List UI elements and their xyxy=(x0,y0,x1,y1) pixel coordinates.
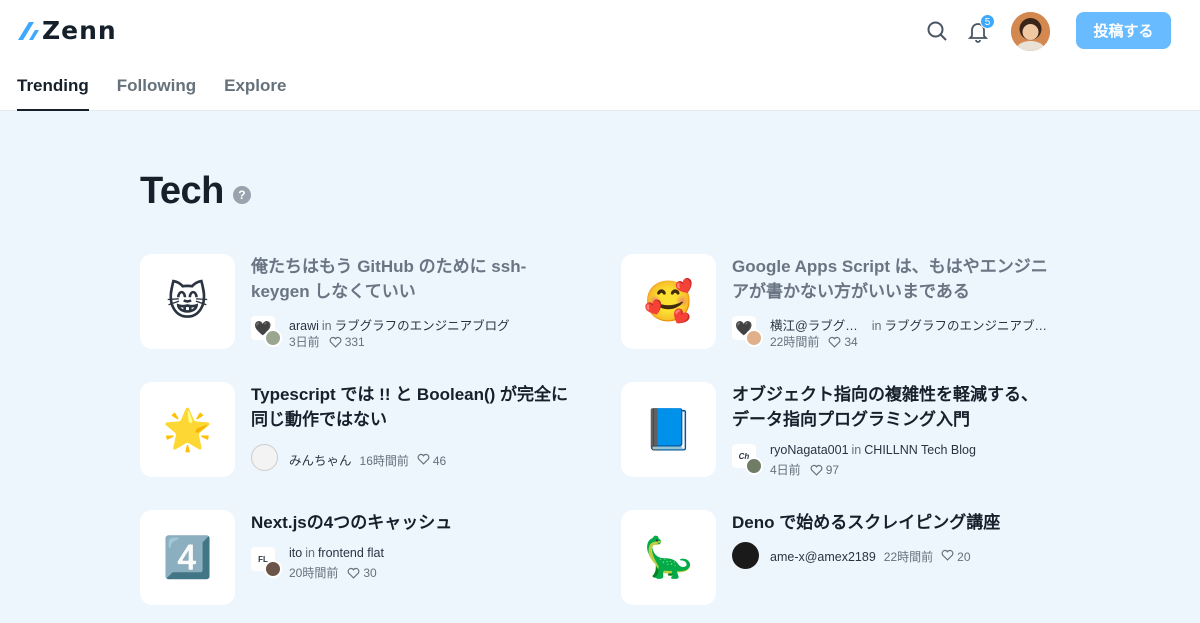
author-name[interactable]: ito xyxy=(289,546,302,560)
section-header: Tech ? xyxy=(140,170,251,213)
publication-name[interactable]: ラブグラフのエンジニアブ… xyxy=(884,319,1047,333)
author-line: arawi in ラブグラフのエンジニアブログ xyxy=(289,319,510,333)
author-avatar[interactable] xyxy=(251,444,278,471)
article-emoji[interactable]: 😸 xyxy=(140,254,235,349)
article-card: 🌟 Typescript では !! と Boolean() が完全に同じ動作で… xyxy=(140,382,580,482)
publication-name[interactable]: frontend flat xyxy=(318,546,384,560)
author-mini-avatar xyxy=(745,329,763,347)
article-card: 🥰 Google Apps Script は、もはやエンジニアが書かない方がいい… xyxy=(621,254,1061,354)
author-avatar[interactable]: FL xyxy=(251,547,282,578)
article-card: 😸 俺たちはもう GitHub のために ssh-keygen しなくていい 🖤… xyxy=(140,254,580,354)
article-emoji[interactable]: 🦕 xyxy=(621,510,716,605)
article-title[interactable]: Deno で始めるスクレイピング講座 xyxy=(732,510,1050,535)
author-mini-avatar xyxy=(745,457,763,475)
post-button[interactable]: 投稿する xyxy=(1076,12,1171,49)
author-name[interactable]: みんちゃん xyxy=(289,454,352,468)
heart-icon xyxy=(417,453,430,465)
article-emoji[interactable]: 📘 xyxy=(621,382,716,477)
article-card: 4️⃣ Next.jsの4つのキャッシュ FL ito in frontend fl… xyxy=(140,510,580,610)
heart-icon xyxy=(329,336,342,348)
like-count: 30 xyxy=(363,565,377,580)
article-stats: 22時間前 34 xyxy=(770,333,858,350)
article-title[interactable]: Next.jsの4つのキャッシュ xyxy=(251,510,569,535)
like-count: 97 xyxy=(825,462,840,477)
article-card: 📘 オブジェクト指向の複雑性を軽減する、データ指向プログラミング入門 Ch ry… xyxy=(621,382,1061,482)
author-line: みんちゃん 16時間前 46 xyxy=(289,450,446,469)
publication-name[interactable]: CHILLNN Tech Blog xyxy=(864,443,976,457)
tab-explore[interactable]: Explore xyxy=(224,76,286,111)
like-count: 34 xyxy=(844,334,858,349)
article-emoji[interactable]: 4️⃣ xyxy=(140,510,235,605)
logo-text: Zenn xyxy=(42,16,117,45)
article-emoji[interactable]: 🌟 xyxy=(140,382,235,477)
heart-icon xyxy=(810,464,823,476)
author-name[interactable]: ryoNagata001 xyxy=(770,443,849,457)
article-stats: 3日前 331 xyxy=(289,333,365,350)
author-avatar[interactable]: 🖤 xyxy=(732,316,763,347)
published-time: 4日前 xyxy=(770,463,801,477)
user-avatar[interactable] xyxy=(1011,12,1050,51)
author-line: ito in frontend flat xyxy=(289,546,384,560)
main-tabs: Trending Following Explore xyxy=(17,76,314,111)
published-time: 22時間前 xyxy=(770,335,820,349)
author-mini-avatar xyxy=(264,329,282,347)
author-name[interactable]: 横江@ラブグ… xyxy=(770,319,858,333)
author-avatar[interactable]: Ch xyxy=(732,444,763,475)
publication-name[interactable]: ラブグラフのエンジニアブログ xyxy=(335,319,510,333)
heart-icon xyxy=(347,567,360,579)
zenn-logo[interactable]: Zenn xyxy=(17,18,117,44)
article-title[interactable]: Typescript では !! と Boolean() が完全に同じ動作ではな… xyxy=(251,382,569,432)
search-icon xyxy=(927,21,947,41)
like-count: 331 xyxy=(344,334,365,349)
help-icon[interactable]: ? xyxy=(232,185,251,204)
tab-following[interactable]: Following xyxy=(117,76,196,111)
site-header: Zenn 5 投稿する Trending Following Explore xyxy=(0,0,1200,111)
author-name[interactable]: arawi xyxy=(289,319,319,333)
author-line: ame-x@amex2189 22時間前 20 xyxy=(770,548,971,565)
article-emoji[interactable]: 🥰 xyxy=(621,254,716,349)
heart-icon xyxy=(941,549,954,561)
tab-trending[interactable]: Trending xyxy=(17,76,89,111)
published-time: 20時間前 xyxy=(289,566,339,580)
article-stats: 4日前 97 xyxy=(770,461,839,478)
article-title[interactable]: オブジェクト指向の複雑性を軽減する、データ指向プログラミング入門 xyxy=(732,382,1050,432)
author-line: ryoNagata001 in CHILLNN Tech Blog xyxy=(770,443,976,457)
author-avatar[interactable] xyxy=(732,542,759,569)
section-title: Tech xyxy=(140,170,224,212)
author-line: 横江@ラブグ… in ラブグラフのエンジニアブ… xyxy=(770,319,1047,333)
search-button[interactable] xyxy=(925,19,949,43)
author-avatar[interactable]: 🖤 xyxy=(251,316,282,347)
article-stats: 20時間前 30 xyxy=(289,564,377,581)
zenn-logo-icon xyxy=(18,22,39,40)
author-mini-avatar xyxy=(264,560,282,578)
notification-count-badge: 5 xyxy=(980,14,995,29)
like-count: 46 xyxy=(432,454,447,468)
article-card: 🦕 Deno で始めるスクレイピング講座 ame-x@amex2189 22時間前… xyxy=(621,510,1061,610)
article-title[interactable]: 俺たちはもう GitHub のために ssh-keygen しなくていい xyxy=(251,254,569,304)
author-name[interactable]: ame-x@amex2189 xyxy=(770,550,876,564)
published-time: 3日前 xyxy=(289,335,320,349)
published-time: 16時間前 xyxy=(359,454,409,468)
like-count: 20 xyxy=(957,550,971,564)
article-title[interactable]: Google Apps Script は、もはやエンジニアが書かない方がいいまで… xyxy=(732,254,1050,304)
heart-icon xyxy=(828,336,841,348)
published-time: 22時間前 xyxy=(883,550,934,564)
